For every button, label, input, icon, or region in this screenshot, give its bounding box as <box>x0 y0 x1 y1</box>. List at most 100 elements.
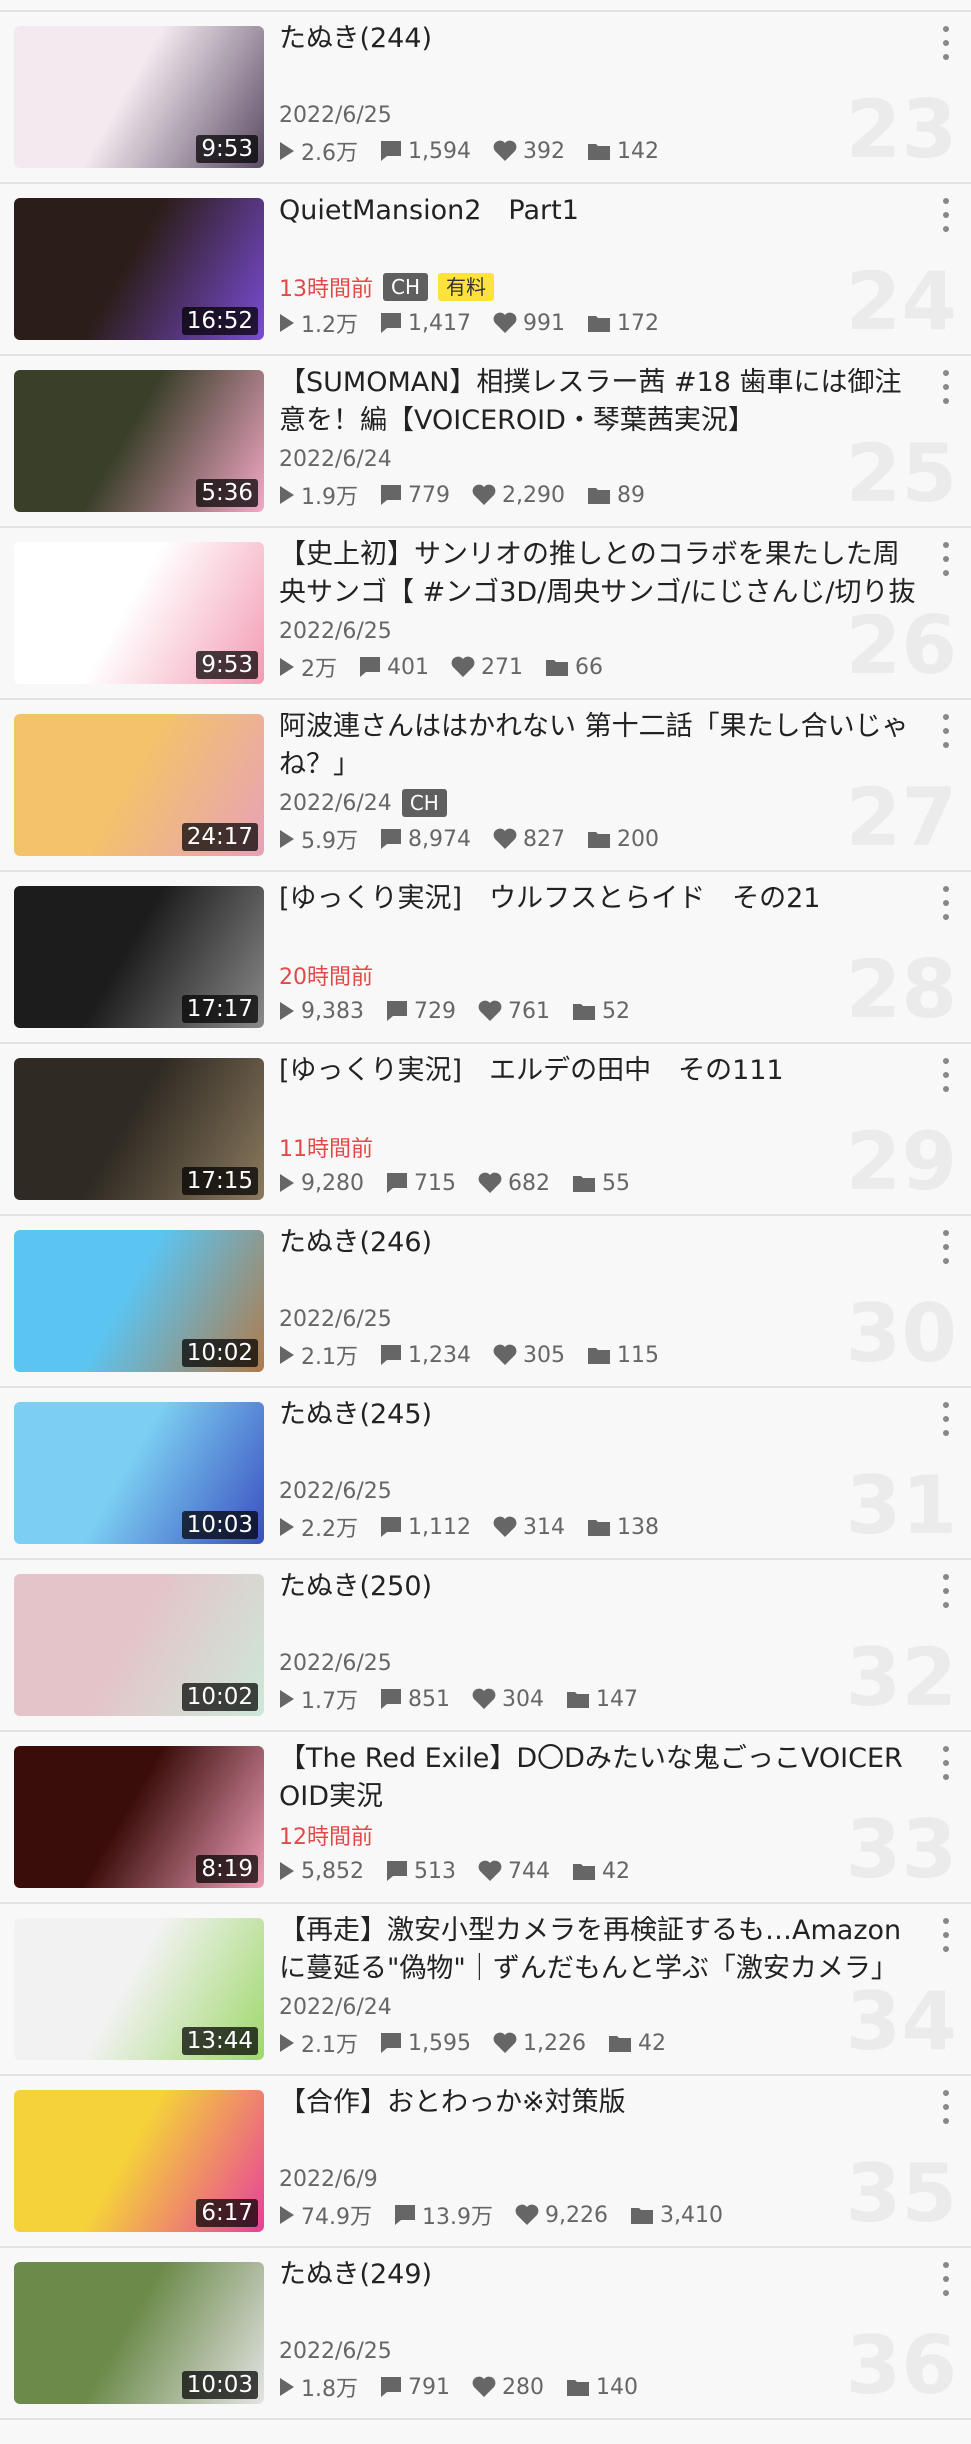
video-thumbnail[interactable]: 24:17 <box>14 714 264 856</box>
video-thumbnail[interactable]: 17:17 <box>14 886 264 1028</box>
comment-count-value: 401 <box>387 654 429 680</box>
like-count: 827 <box>493 827 565 852</box>
video-duration: 16:52 <box>181 307 258 335</box>
more-menu-icon[interactable] <box>935 1574 957 1608</box>
mylist-count-value: 138 <box>616 1514 659 1540</box>
more-menu-icon[interactable] <box>935 1058 957 1092</box>
post-date: 2022/6/9 <box>279 2166 378 2192</box>
video-meta: 2022/6/25 <box>279 616 392 646</box>
heart-icon <box>493 2032 517 2053</box>
video-title[interactable]: 【The Red Exile】D〇Dみたいな鬼ごっこVOICEROID実況 <box>279 1740 919 1816</box>
more-menu-icon[interactable] <box>935 1230 957 1264</box>
mylist-count-value: 42 <box>601 1858 630 1884</box>
video-list-item[interactable]: 10:02 たぬき(246) 2022/6/25 2.1万 1,234 305 … <box>0 1216 971 1388</box>
video-stats: 2.1万 1,595 1,226 42 <box>279 2028 688 2058</box>
video-meta: 2022/6/25 <box>279 100 392 130</box>
video-thumbnail[interactable]: 10:02 <box>14 1230 264 1372</box>
more-menu-icon[interactable] <box>935 542 957 576</box>
video-thumbnail[interactable]: 17:15 <box>14 1058 264 1200</box>
video-meta: 12時間前 <box>279 1820 373 1850</box>
view-count: 2万 <box>279 651 337 683</box>
play-icon <box>280 658 294 676</box>
more-menu-icon[interactable] <box>935 714 957 748</box>
video-title[interactable]: 【SUMOMAN】相撲レスラー茜 #18 歯車には御注意を！編【VOICEROI… <box>279 364 919 440</box>
video-list-item[interactable]: 9:53 【史上初】サンリオの推しとのコラボを果たした周央サンゴ【 #ンゴ3D/… <box>0 528 971 700</box>
more-menu-icon[interactable] <box>935 1746 957 1780</box>
video-list-item[interactable]: 10:03 たぬき(249) 2022/6/25 1.8万 791 280 14… <box>0 2248 971 2420</box>
video-list-item[interactable]: 17:17 [ゆっくり実況] ウルフスとらイド その21 20時間前 9,383… <box>0 872 971 1044</box>
more-menu-icon[interactable] <box>935 1918 957 1952</box>
more-menu-icon[interactable] <box>935 198 957 232</box>
mylist-count-value: 147 <box>596 1686 638 1712</box>
video-title[interactable]: 【合作】おとわっか※対策版 <box>279 2084 919 2122</box>
video-thumbnail[interactable]: 10:03 <box>14 1402 264 1544</box>
video-thumbnail[interactable]: 6:17 <box>14 2090 264 2232</box>
comment-count-value: 1,594 <box>408 138 471 164</box>
more-menu-icon[interactable] <box>935 370 957 404</box>
post-date: 11時間前 <box>279 1137 373 1162</box>
video-list-item[interactable]: 8:19 【The Red Exile】D〇Dみたいな鬼ごっこVOICEROID… <box>0 1732 971 1904</box>
video-list-item[interactable]: 16:52 QuietMansion2 Part1 13時間前 CH 有料 1.2… <box>0 184 971 356</box>
view-count-value: 5.9万 <box>301 829 358 854</box>
view-count-value: 1.9万 <box>301 485 358 510</box>
video-list-item[interactable]: 10:02 たぬき(250) 2022/6/25 1.7万 851 304 14… <box>0 1560 971 1732</box>
video-list-item[interactable]: 17:15 [ゆっくり実況] エルデの田中 その111 11時間前 9,280 … <box>0 1044 971 1216</box>
video-list-item[interactable]: 5:36 【SUMOMAN】相撲レスラー茜 #18 歯車には御注意を！編【VOI… <box>0 356 971 528</box>
video-list-item[interactable]: 13:44 【再走】激安小型カメラを再検証するも…Amazonに蔓延る"偽物"｜… <box>0 1904 971 2076</box>
like-count: 744 <box>478 1859 550 1884</box>
video-thumbnail[interactable]: 13:44 <box>14 1918 264 2060</box>
more-menu-icon[interactable] <box>935 26 957 60</box>
video-title[interactable]: たぬき(249) <box>279 2256 919 2294</box>
video-list-item[interactable]: 6:17 【合作】おとわっか※対策版 2022/6/9 74.9万 13.9万 … <box>0 2076 971 2248</box>
video-stats: 1.7万 851 304 147 <box>279 1684 660 1714</box>
video-thumbnail[interactable]: 16:52 <box>14 198 264 340</box>
video-duration: 24:17 <box>181 823 258 851</box>
more-menu-icon[interactable] <box>935 2090 957 2124</box>
view-count: 1.2万 <box>279 307 358 339</box>
video-list-item[interactable]: 10:03 たぬき(245) 2022/6/25 2.2万 1,112 314 … <box>0 1388 971 1560</box>
video-duration: 9:53 <box>196 651 258 679</box>
video-title[interactable]: [ゆっくり実況] エルデの田中 その111 <box>279 1052 919 1090</box>
video-title[interactable]: たぬき(244) <box>279 20 919 58</box>
video-thumbnail[interactable]: 10:02 <box>14 1574 264 1716</box>
video-thumbnail[interactable]: 9:53 <box>14 26 264 168</box>
video-title[interactable]: たぬき(250) <box>279 1568 919 1606</box>
more-menu-icon[interactable] <box>935 1402 957 1436</box>
rank-number: 29 <box>845 1115 957 1208</box>
video-title[interactable]: たぬき(245) <box>279 1396 919 1434</box>
mylist-count: 3,410 <box>630 2203 723 2228</box>
video-stats: 9,383 729 761 52 <box>279 996 652 1026</box>
video-title[interactable]: QuietMansion2 Part1 <box>279 192 919 230</box>
comment-icon <box>386 1001 407 1021</box>
folder-icon <box>546 660 568 676</box>
video-stats: 1.8万 791 280 140 <box>279 2372 660 2402</box>
folder-icon <box>587 316 610 332</box>
view-count: 1.9万 <box>279 479 358 511</box>
channel-badge: CH <box>401 789 447 817</box>
comment-count-value: 1,417 <box>408 310 471 336</box>
video-thumbnail[interactable]: 9:53 <box>14 542 264 684</box>
video-list-item[interactable]: 24:17 阿波連さんははかれない 第十二話「果たし合いじゃね？」 2022/6… <box>0 700 971 872</box>
channel-badge: CH <box>383 273 429 301</box>
video-list-item[interactable]: 9:53 たぬき(244) 2022/6/25 2.6万 1,594 392 1… <box>0 12 971 184</box>
play-icon <box>280 2206 294 2224</box>
video-thumbnail[interactable]: 5:36 <box>14 370 264 512</box>
rank-number: 34 <box>845 1975 957 2068</box>
view-count-value: 5,852 <box>301 1858 364 1884</box>
video-thumbnail[interactable]: 10:03 <box>14 2262 264 2404</box>
video-title[interactable]: [ゆっくり実況] ウルフスとらイド その21 <box>279 880 919 918</box>
more-menu-icon[interactable] <box>935 2262 957 2296</box>
mylist-count-value: 115 <box>616 1342 659 1368</box>
video-title[interactable]: 【史上初】サンリオの推しとのコラボを果たした周央サンゴ【 #ンゴ3D/周央サンゴ… <box>279 536 919 612</box>
view-count-value: 2.1万 <box>301 1345 358 1370</box>
video-title[interactable]: たぬき(246) <box>279 1224 919 1262</box>
comment-count: 779 <box>380 483 450 508</box>
play-icon <box>280 2034 294 2052</box>
comment-icon <box>381 313 401 333</box>
folder-icon <box>567 2380 589 2396</box>
more-menu-icon[interactable] <box>935 886 957 920</box>
play-icon <box>280 1518 294 1536</box>
video-title[interactable]: 阿波連さんははかれない 第十二話「果たし合いじゃね？」 <box>279 708 919 784</box>
video-title[interactable]: 【再走】激安小型カメラを再検証するも…Amazonに蔓延る"偽物"｜ずんだもんと… <box>279 1912 919 1988</box>
video-thumbnail[interactable]: 8:19 <box>14 1746 264 1888</box>
